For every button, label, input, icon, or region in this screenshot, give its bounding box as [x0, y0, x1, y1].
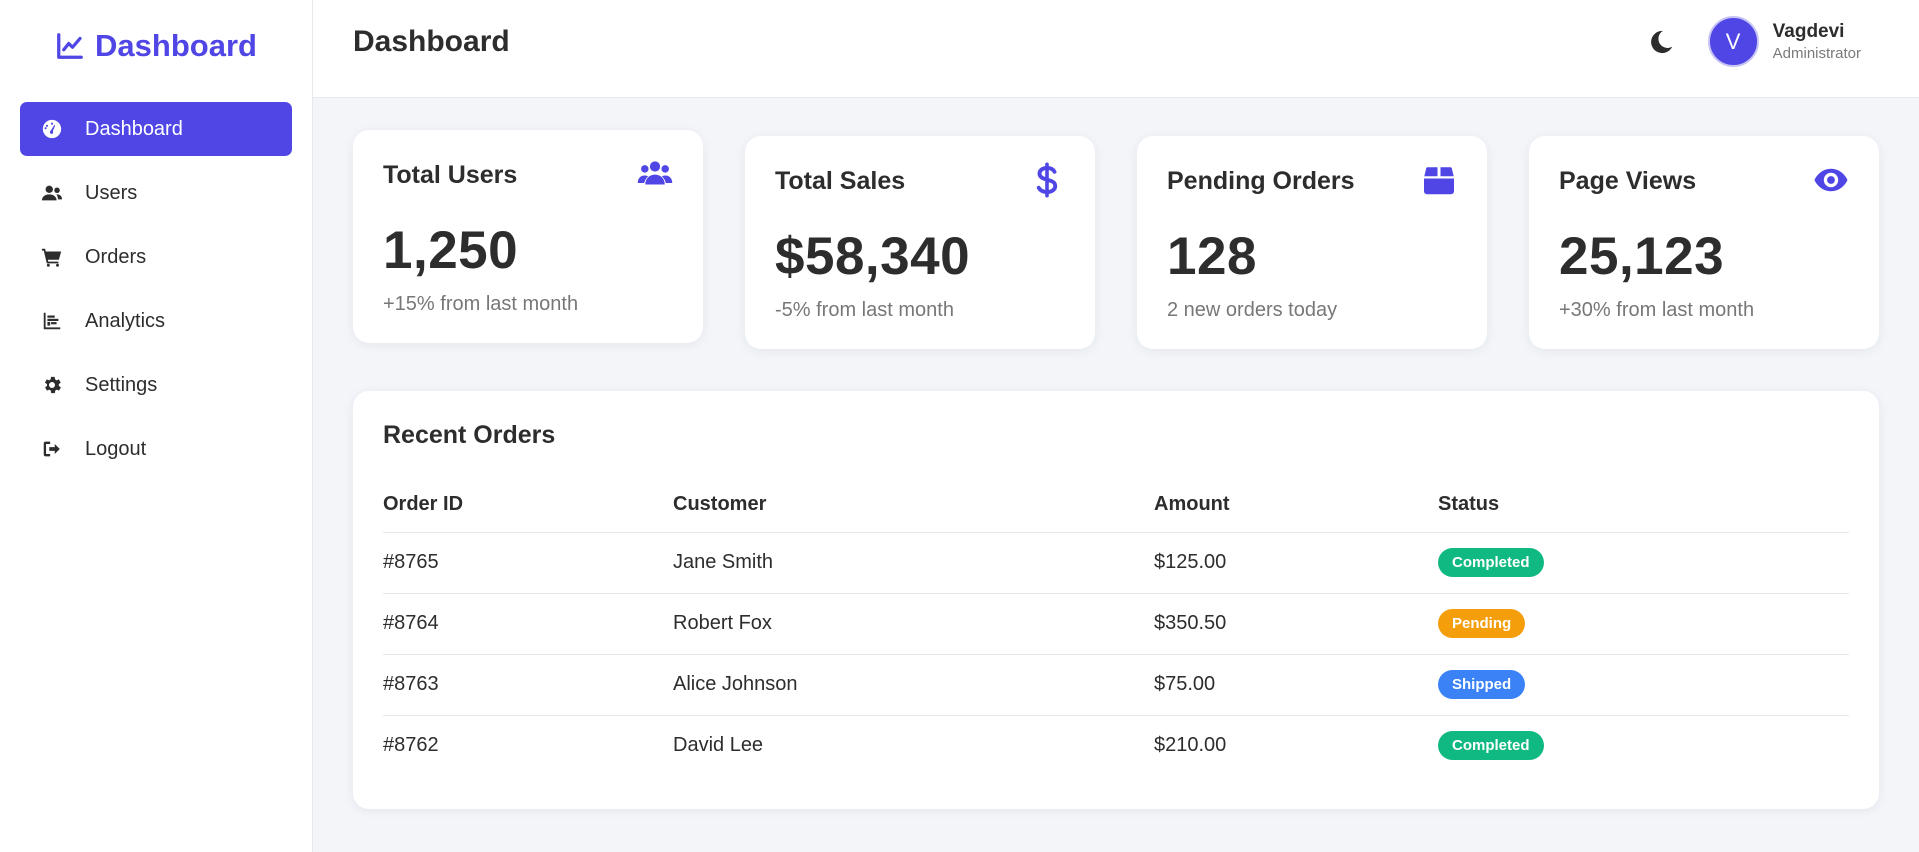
status-badge: Shipped [1438, 670, 1526, 699]
sidebar-item-label: Logout [85, 437, 147, 460]
sidebar-item-users[interactable]: Users [20, 166, 292, 220]
card-title: Total Sales [775, 167, 906, 195]
column-header-order-id: Order ID [383, 486, 673, 533]
table-row[interactable]: #8764 Robert Fox $350.50 Pending [383, 593, 1849, 655]
card-value: 128 [1167, 227, 1257, 286]
order-id-cell: #8763 [383, 654, 673, 716]
customer-cell: Alice Johnson [673, 654, 1154, 716]
stat-card-total-sales: Total Sales $58,340 -5% from last month [745, 136, 1095, 349]
topbar: Dashboard V Vagdevi Administrator [313, 0, 1919, 98]
amount-cell: $125.00 [1154, 532, 1438, 594]
user-role: Administrator [1772, 45, 1861, 62]
card-value: 25,123 [1559, 227, 1725, 286]
users-icon [40, 181, 64, 205]
topbar-actions: V Vagdevi Administrator [1646, 16, 1861, 67]
box-icon [1424, 167, 1454, 195]
card-title: Total Users [383, 161, 518, 189]
column-header-customer: Customer [673, 486, 1154, 533]
sidebar-item-label: Settings [85, 373, 158, 396]
stat-card-pending-orders: Pending Orders 128 2 new orders today [1137, 136, 1487, 349]
status-badge: Completed [1438, 548, 1544, 577]
customer-cell: David Lee [673, 734, 764, 757]
table-row[interactable]: #8763 Alice Johnson $75.00 Shipped [383, 654, 1849, 716]
logout-icon [40, 437, 64, 461]
sidebar-item-label: Analytics [85, 309, 166, 332]
status-cell: Completed [1438, 532, 1849, 594]
card-subtext: -5% from last month [775, 299, 954, 321]
customer-cell: Jane Smith [673, 532, 1154, 594]
gear-icon [40, 373, 64, 397]
sidebar-item-orders[interactable]: Orders [20, 230, 292, 284]
status-cell: Shipped [1438, 654, 1849, 716]
card-title: Pending Orders [1167, 167, 1355, 195]
column-header-amount: Amount [1154, 486, 1438, 533]
sidebar-nav: Dashboard Users Orders Analytics Setting… [20, 102, 292, 476]
status-badge: Completed [1438, 731, 1544, 761]
order-id-cell: #8762 [383, 734, 439, 757]
card-subtext: 2 new orders today [1167, 299, 1338, 321]
sidebar: Dashboard Dashboard Users Orders Analyti… [0, 0, 313, 852]
card-value: $58,340 [775, 227, 971, 286]
sidebar-item-label: Orders [85, 245, 147, 268]
gauge-icon [40, 117, 64, 141]
cart-icon [40, 245, 64, 269]
app: Dashboard Dashboard Users Orders Analyti… [0, 0, 1919, 852]
stat-cards: Total Users 1,250 +15% from last month T… [353, 130, 1879, 349]
sidebar-item-logout[interactable]: Logout [20, 422, 292, 476]
sidebar-item-label: Dashboard [85, 117, 183, 140]
stat-card-page-views: Page Views 25,123 +30% from last month [1529, 136, 1879, 349]
bar-chart-icon [40, 309, 64, 333]
users-icon [637, 161, 673, 185]
brand-label: Dashboard [95, 28, 257, 63]
amount-cell: $75.00 [1154, 654, 1438, 716]
order-id-cell: #8765 [383, 532, 673, 594]
dollar-icon [1036, 162, 1058, 198]
moon-icon[interactable] [1646, 28, 1674, 56]
column-header-status: Status [1438, 486, 1849, 533]
chart-line-icon [57, 33, 83, 59]
avatar-initial: V [1725, 28, 1741, 54]
table-row[interactable]: #8765 Jane Smith $125.00 Completed [383, 532, 1849, 594]
card-subtext: +30% from last month [1559, 299, 1755, 321]
brand[interactable]: Dashboard [20, 0, 292, 92]
user-info[interactable]: Vagdevi Administrator [1773, 21, 1861, 62]
page-title: Dashboard [353, 24, 510, 58]
stat-card-total-users: Total Users 1,250 +15% from last month [353, 130, 703, 343]
sidebar-item-settings[interactable]: Settings [20, 358, 292, 412]
card-title: Page Views [1559, 167, 1697, 195]
order-id-cell: #8764 [383, 593, 673, 655]
card-subtext: +15% from last month [383, 293, 579, 315]
user-name: Vagdevi [1772, 21, 1845, 42]
status-cell: Completed [1438, 715, 1849, 776]
orders-table: Order ID Customer Amount Status #8765 Ja… [383, 486, 1849, 776]
status-badge: Pending [1438, 609, 1526, 638]
recent-orders-panel: Recent Orders Order ID Customer Amount S… [353, 391, 1879, 809]
sidebar-item-dashboard[interactable]: Dashboard [20, 102, 292, 156]
content: Total Users 1,250 +15% from last month T… [313, 98, 1919, 841]
eye-icon [1814, 168, 1848, 192]
avatar[interactable]: V [1707, 16, 1759, 67]
table-header-row: Order ID Customer Amount Status [383, 486, 1849, 533]
main: Dashboard V Vagdevi Administrator Total … [313, 0, 1919, 852]
status-cell: Pending [1438, 593, 1849, 655]
panel-title: Recent Orders [383, 421, 556, 449]
customer-cell: Robert Fox [673, 593, 1154, 655]
sidebar-item-label: Users [85, 181, 138, 204]
card-value: 1,250 [383, 221, 519, 280]
sidebar-item-analytics[interactable]: Analytics [20, 294, 292, 348]
amount-cell: $350.50 [1154, 593, 1438, 655]
table-row[interactable]: #8762 David Lee $210.00 Completed [383, 715, 1849, 776]
amount-cell: $210.00 [1154, 734, 1227, 757]
